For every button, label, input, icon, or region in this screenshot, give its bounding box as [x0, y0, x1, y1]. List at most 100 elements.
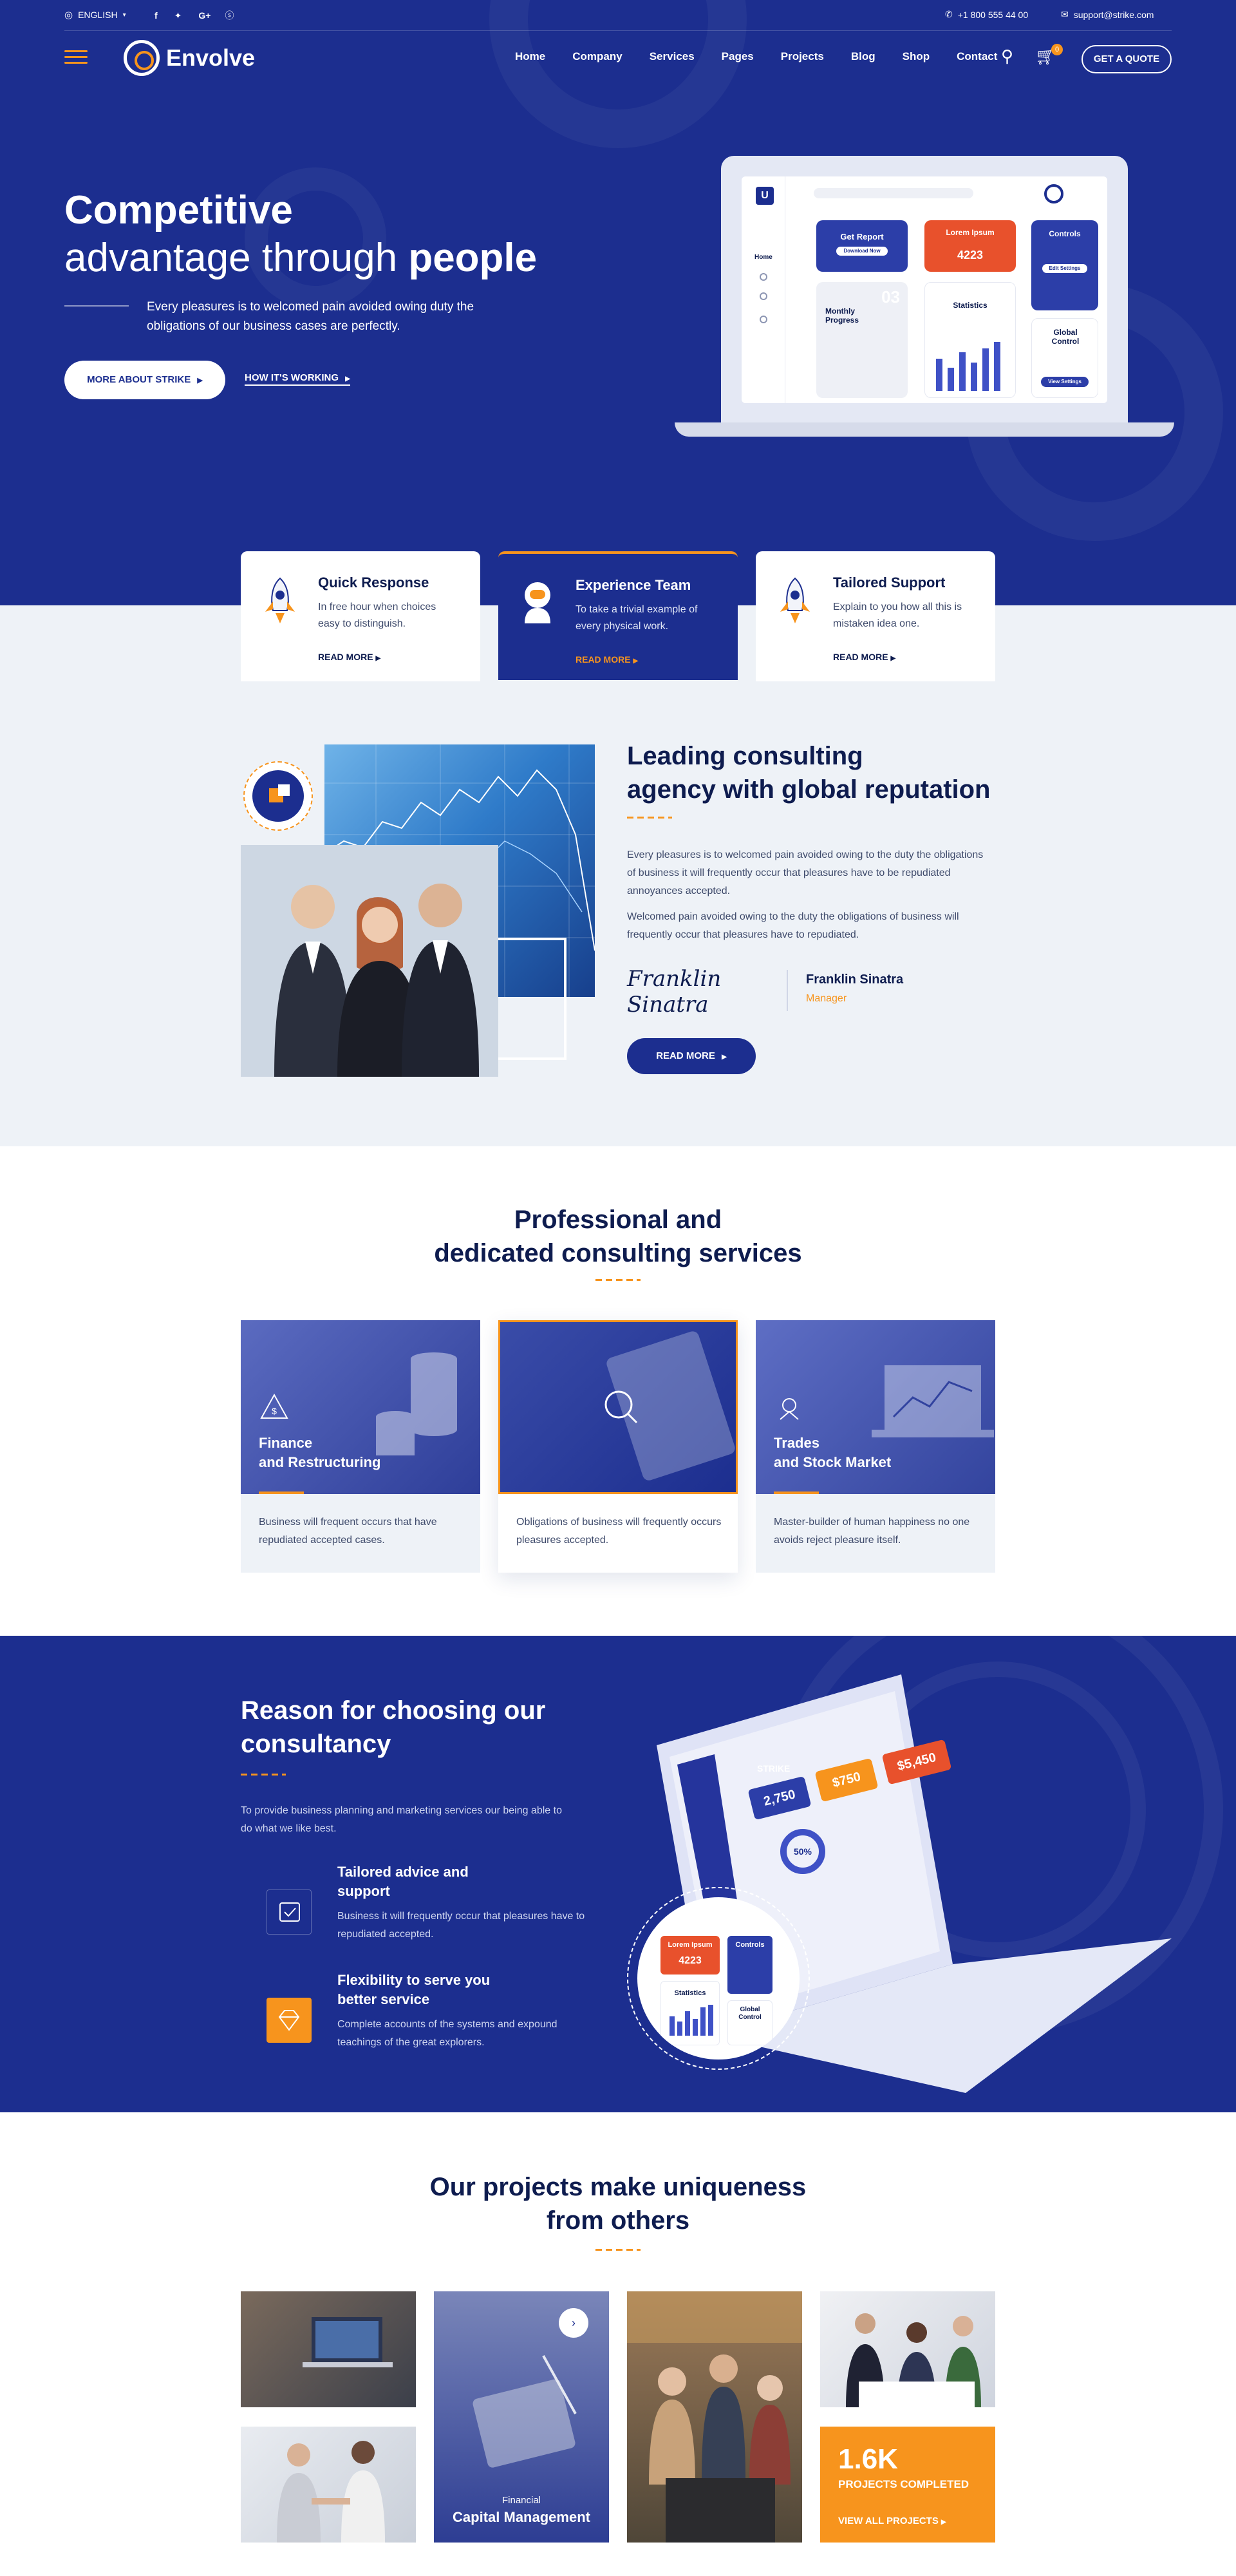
nav-contact[interactable]: Contact	[957, 50, 997, 63]
phone-contact[interactable]: ✆ +1 800 555 44 00	[945, 9, 1028, 20]
nav-services[interactable]: Services	[650, 50, 695, 63]
projects-title-line1: Our projects make uniqueness	[429, 2173, 807, 2201]
inset-bar-chart	[670, 2005, 713, 2036]
service-image-calculator	[498, 1320, 738, 1494]
search-icon[interactable]: ⚲	[1001, 46, 1013, 66]
view-all-projects-link[interactable]: VIEW ALL PROJECTS ▶	[838, 2515, 977, 2526]
service-card[interactable]: $ Finance and Restructuring Business will…	[241, 1320, 480, 1573]
services-title-line1: Professional and	[514, 1206, 722, 1234]
dash-card-lorem-value: 4223	[957, 249, 984, 261]
reason-title: Tailored advice and support	[337, 1862, 543, 1901]
google-plus-icon[interactable]: G+	[198, 10, 211, 21]
feature-read-more[interactable]: READ MORE ▶	[833, 652, 895, 662]
cart-icon[interactable]: 🛒︎ 0	[1035, 44, 1063, 66]
nav-pages[interactable]: Pages	[722, 50, 754, 63]
project-tile-business[interactable]	[820, 2291, 995, 2407]
projects-title-line2: from others	[546, 2206, 690, 2235]
nav-company[interactable]: Company	[572, 50, 622, 63]
nav-home[interactable]: Home	[515, 50, 545, 63]
services-title: Professional and dedicated consulting se…	[0, 1203, 1236, 1270]
service-image-laptop: Trades and Stock Market	[756, 1320, 995, 1494]
advice-icon-graphic	[279, 1902, 300, 1922]
dash-card-progress: 03 Monthly Progress	[816, 282, 908, 398]
feature-card-active[interactable]: Experience Team To take a trivial exampl…	[498, 551, 738, 680]
project-tile-laptop[interactable]	[241, 2291, 416, 2407]
view-all-projects-label: VIEW ALL PROJECTS	[838, 2515, 939, 2526]
feature-title: Quick Response	[318, 574, 429, 591]
advice-icon	[267, 1889, 312, 1935]
sidebar-icon	[760, 292, 767, 300]
inset-card-controls: Controls	[727, 1936, 772, 1994]
phone-number: +1 800 555 44 00	[957, 9, 1029, 20]
feature-card[interactable]: Quick Response In free hour when choices…	[241, 551, 480, 681]
team-photo-graphic	[241, 845, 498, 1077]
project-tile-handshake[interactable]	[241, 2427, 416, 2543]
feature-text: In free hour when choices easy to distin…	[318, 601, 436, 629]
manager-name: Franklin Sinatra	[806, 972, 904, 987]
service-title-line2: and Restructuring	[259, 1454, 381, 1470]
reason-title-line2: support	[337, 1883, 390, 1899]
signature-divider	[787, 970, 788, 1011]
facebook-icon[interactable]: f	[154, 10, 158, 21]
language-label: ENGLISH	[78, 10, 118, 20]
service-image-coins: $ Finance and Restructuring	[241, 1320, 480, 1494]
top-bar: ◎ ENGLISH ▾ f ✦ G+ ⓢ ✆ +1 800 555 44 00 …	[64, 0, 1172, 31]
hero-section: ◎ ENGLISH ▾ f ✦ G+ ⓢ ✆ +1 800 555 44 00 …	[0, 0, 1236, 605]
svg-text:$: $	[272, 1406, 277, 1416]
hamburger-menu-icon[interactable]	[64, 50, 88, 66]
services-title-line2: dedicated consulting services	[434, 1239, 802, 1267]
skype-icon[interactable]: ⓢ	[225, 9, 234, 22]
hero-title-bold: Competitive	[64, 188, 293, 232]
reason-title-line2: better service	[337, 1991, 430, 2007]
nav-links: Home Company Services Pages Projects Blo…	[515, 50, 997, 63]
twitter-icon[interactable]: ✦	[174, 10, 182, 21]
nav-blog[interactable]: Blog	[851, 50, 876, 63]
about-images	[241, 744, 596, 1077]
feature-read-more-label: READ MORE	[576, 654, 631, 665]
about-read-more-button[interactable]: READ MORE ▶	[627, 1038, 756, 1074]
dash-card-controls-title: Controls	[1049, 229, 1081, 238]
dash-bar-chart	[936, 342, 1000, 391]
nav-shop[interactable]: Shop	[903, 50, 930, 63]
language-selector[interactable]: ◎ ENGLISH ▾	[64, 9, 126, 21]
project-tile-featured[interactable]: › Financial Capital Management	[434, 2291, 609, 2543]
dash-card-progress-num: 03	[881, 287, 900, 307]
signature-image: Franklin Sinatra	[627, 966, 722, 1018]
service-text: Master-builder of human happiness no one…	[774, 1517, 970, 1546]
feature-read-more[interactable]: READ MORE ▶	[318, 652, 380, 662]
more-about-label: MORE ABOUT STRIKE	[87, 374, 191, 385]
feature-title: Tailored Support	[833, 574, 946, 591]
email-contact[interactable]: ✉ support@strike.com	[1061, 9, 1154, 20]
logo-icon	[124, 40, 160, 76]
projects-count-label: PROJECTS COMPLETED	[838, 2478, 969, 2490]
service-title-line1: Trades	[774, 1435, 819, 1451]
service-title-line1: Finance	[259, 1435, 313, 1451]
about-title-divider	[627, 817, 672, 819]
feature-read-more-label: READ MORE	[318, 652, 373, 662]
brand-logo[interactable]: Envolve	[124, 40, 255, 76]
projects-title-divider	[595, 2249, 641, 2251]
inset-card-statistics: Statistics	[660, 1981, 720, 2045]
about-section	[0, 605, 1236, 1146]
feature-read-more[interactable]: READ MORE ▶	[576, 654, 638, 665]
phone-icon: ✆	[945, 9, 953, 19]
more-about-button[interactable]: MORE ABOUT STRIKE ▶	[64, 361, 225, 399]
dashboard-sidebar: U Home	[742, 176, 785, 403]
projects-counter: 1.6K PROJECTS COMPLETED VIEW ALL PROJECT…	[820, 2427, 995, 2543]
get-quote-button[interactable]: GET A QUOTE	[1082, 45, 1172, 73]
project-tile-meeting[interactable]	[627, 2291, 802, 2543]
hero-title-accent: people	[408, 236, 538, 280]
nav-projects[interactable]: Projects	[781, 50, 824, 63]
social-links: f ✦ G+ ⓢ	[154, 9, 234, 22]
feature-card[interactable]: Tailored Support Explain to you how all …	[756, 551, 995, 681]
dash-card-controls: Controls Edit Settings	[1031, 220, 1098, 310]
how-it-works-link[interactable]: HOW IT'S WORKING ▶	[245, 372, 350, 386]
inset-card-lorem-value: 4223	[679, 1955, 702, 1966]
inset-card-global: Global Control	[727, 2000, 772, 2045]
service-card[interactable]: Trades and Stock Market Master-builder of…	[756, 1320, 995, 1573]
chevron-right-icon[interactable]: ›	[559, 2308, 588, 2338]
service-card-active[interactable]: Obligations of business will frequently …	[498, 1320, 738, 1573]
dashboard-logo: U	[756, 187, 774, 205]
project-handshake-graphic	[277, 2441, 385, 2543]
about-read-more-label: READ MORE	[656, 1050, 715, 1061]
